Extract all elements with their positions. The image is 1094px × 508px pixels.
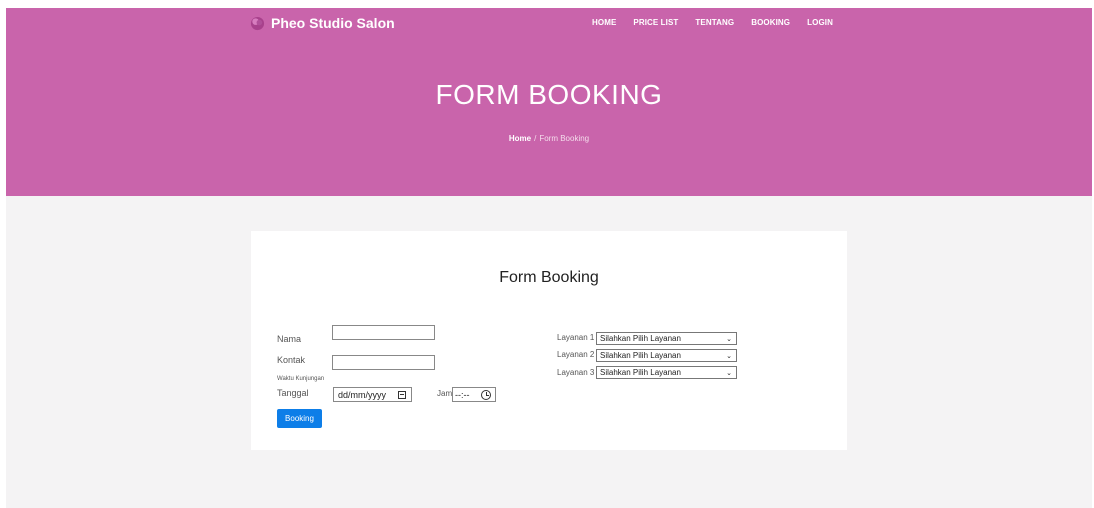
main-nav: HOME PRICE LIST TENTANG BOOKING LOGIN bbox=[592, 18, 850, 27]
page-title: FORM BOOKING bbox=[435, 79, 663, 110]
chevron-down-icon: ⌄ bbox=[726, 336, 732, 343]
booking-submit-button[interactable]: Booking bbox=[277, 409, 322, 428]
clock-icon[interactable] bbox=[481, 390, 491, 400]
nav-login[interactable]: LOGIN bbox=[807, 18, 833, 27]
flower-logo-icon bbox=[250, 16, 265, 30]
form-title: Form Booking bbox=[499, 269, 599, 286]
breadcrumb: Home / Form Booking bbox=[6, 134, 1092, 143]
breadcrumb-separator: / bbox=[534, 134, 537, 143]
layanan-2-value: Silahkan Pilih Layanan bbox=[600, 351, 681, 360]
layanan-2-select[interactable]: Silahkan Pilih Layanan ⌄ bbox=[596, 349, 737, 362]
layanan-3-select[interactable]: Silahkan Pilih Layanan ⌄ bbox=[596, 366, 737, 379]
nav-booking[interactable]: BOOKING bbox=[751, 18, 790, 27]
jam-placeholder: --:-- bbox=[455, 390, 470, 400]
tanggal-date-input[interactable]: dd/mm/yyyy bbox=[333, 387, 412, 402]
layanan-3-label: Layanan 3 bbox=[557, 368, 595, 377]
tanggal-label: Tanggal bbox=[277, 388, 309, 398]
jam-label: Jam bbox=[437, 389, 453, 398]
chevron-down-icon: ⌄ bbox=[726, 353, 732, 360]
kontak-input[interactable] bbox=[332, 355, 435, 370]
booking-card: Form Booking Nama Kontak Waktu Kunjungan… bbox=[251, 231, 847, 450]
breadcrumb-home[interactable]: Home bbox=[509, 134, 531, 143]
layanan-2-label: Layanan 2 bbox=[557, 350, 595, 359]
page: Pheo Studio Salon HOME PRICE LIST TENTAN… bbox=[6, 8, 1092, 508]
layanan-1-value: Silahkan Pilih Layanan bbox=[600, 334, 681, 343]
layanan-1-select[interactable]: Silahkan Pilih Layanan ⌄ bbox=[596, 332, 737, 345]
tanggal-placeholder: dd/mm/yyyy bbox=[338, 390, 387, 400]
nama-label: Nama bbox=[277, 334, 302, 344]
nama-input[interactable] bbox=[332, 325, 435, 340]
waktu-kunjungan-label: Waktu Kunjungan bbox=[277, 376, 325, 382]
hero-banner: Pheo Studio Salon HOME PRICE LIST TENTAN… bbox=[6, 8, 1092, 196]
layanan-3-value: Silahkan Pilih Layanan bbox=[600, 368, 681, 377]
nav-tentang[interactable]: TENTANG bbox=[695, 18, 734, 27]
breadcrumb-current: Form Booking bbox=[539, 134, 590, 143]
kontak-label: Kontak bbox=[277, 355, 306, 365]
brand-name: Pheo Studio Salon bbox=[271, 15, 395, 31]
layanan-1-label: Layanan 1 bbox=[557, 333, 595, 342]
nav-home[interactable]: HOME bbox=[592, 18, 616, 27]
brand[interactable]: Pheo Studio Salon bbox=[250, 15, 395, 31]
calendar-icon[interactable] bbox=[398, 391, 406, 399]
chevron-down-icon: ⌄ bbox=[726, 370, 732, 377]
jam-time-input[interactable]: --:-- bbox=[452, 387, 496, 402]
nav-price-list[interactable]: PRICE LIST bbox=[633, 18, 678, 27]
